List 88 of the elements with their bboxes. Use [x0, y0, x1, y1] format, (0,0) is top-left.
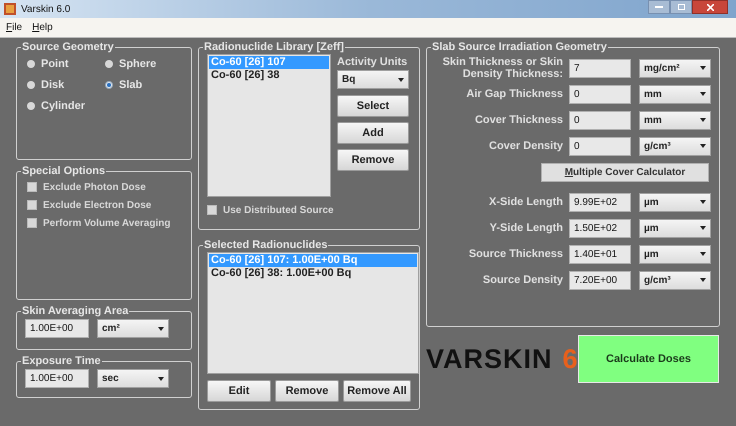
- radio-label: Slab: [119, 78, 142, 93]
- caret-icon: [158, 326, 164, 330]
- radio-label: Disk: [41, 78, 64, 93]
- input-field[interactable]: 0: [569, 84, 631, 104]
- field-label: Cover Density: [488, 140, 564, 152]
- input-field[interactable]: 0: [569, 136, 631, 156]
- activity-units-label: Activity Units: [337, 55, 408, 68]
- list-box[interactable]: Co-60 [26] 107 Co-60 [26] 38: [207, 54, 331, 197]
- menu-item[interactable]: File: [6, 20, 22, 35]
- maximize-button[interactable]: [670, 0, 692, 14]
- caret-icon: [700, 66, 706, 70]
- field-label: Air Gap Thickness: [465, 88, 564, 100]
- input-field[interactable]: 0: [569, 110, 631, 130]
- unit-dropdown[interactable]: cm²: [97, 319, 169, 338]
- unit-dropdown[interactable]: mm: [639, 110, 711, 130]
- caret-icon: [700, 118, 706, 122]
- unit-dropdown[interactable]: µm: [639, 244, 711, 264]
- input-field[interactable]: 1.40E+01: [569, 244, 631, 264]
- input-field[interactable]: 7.20E+00: [569, 270, 631, 290]
- close-button[interactable]: [692, 0, 728, 14]
- unit-dropdown[interactable]: Bq: [337, 70, 409, 89]
- app-icon: [4, 3, 16, 15]
- menu-item[interactable]: Help: [32, 20, 53, 35]
- caret-icon: [700, 226, 706, 230]
- list-box[interactable]: Co-60 [26] 107: 1.00E+00 Bq Co-60 [26] 38: 1.00E+00 Bq: [207, 252, 419, 374]
- radio-button[interactable]: [27, 60, 35, 68]
- field-label: Source Density: [482, 274, 564, 286]
- field-label: X-Side Length: [488, 196, 564, 208]
- button[interactable]: Remove: [337, 149, 409, 171]
- minimize-button[interactable]: [648, 0, 670, 14]
- radio-button[interactable]: [27, 81, 35, 89]
- caret-icon: [700, 252, 706, 256]
- list-item[interactable]: Co-60 [26] 38: 1.00E+00 Bq: [209, 267, 417, 280]
- radio-button[interactable]: [105, 81, 113, 89]
- button[interactable]: Remove All: [343, 380, 411, 402]
- caret-icon: [700, 278, 706, 282]
- field-label: Cover Thickness: [474, 114, 564, 126]
- group-title: Selected Radionuclides: [203, 240, 328, 251]
- unit-dropdown[interactable]: µm: [639, 218, 711, 238]
- field-label: Source Thickness: [468, 248, 564, 260]
- group-title: Exposure Time: [21, 356, 102, 367]
- checkbox-label: Exclude Photon Dose: [43, 180, 146, 194]
- radio-label: Sphere: [119, 56, 156, 72]
- input-field[interactable]: 7: [569, 58, 631, 78]
- input-field[interactable]: 1.00E+00: [25, 319, 89, 338]
- checkbox[interactable]: [27, 200, 37, 210]
- checkbox-label: Use Distributed Source: [223, 204, 334, 218]
- group-title: Radionuclide Library [Zeff]: [203, 42, 345, 53]
- button[interactable]: Add: [337, 122, 409, 144]
- radio-button[interactable]: [105, 60, 113, 68]
- field-label: Y-Side Length: [488, 222, 564, 234]
- button[interactable]: Edit: [207, 380, 271, 402]
- logo-text: VARSKIN: [426, 346, 553, 372]
- checkbox[interactable]: [27, 218, 37, 228]
- input-field[interactable]: 9.99E+02: [569, 192, 631, 212]
- checkbox-label: Exclude Electron Dose: [43, 198, 152, 212]
- list-item[interactable]: Co-60 [26] 38: [209, 69, 329, 82]
- caret-icon: [398, 78, 404, 82]
- field-label: Skin Thickness or Skin Density Thickness:: [442, 56, 564, 80]
- caret-icon: [700, 92, 706, 96]
- input-field[interactable]: 1.00E+00: [25, 369, 89, 388]
- caret-icon: [700, 144, 706, 148]
- unit-dropdown[interactable]: sec: [97, 369, 169, 388]
- unit-dropdown[interactable]: µm: [639, 192, 711, 212]
- caret-icon: [700, 200, 706, 204]
- close-icon: [706, 4, 714, 10]
- unit-dropdown[interactable]: mg/cm²: [639, 58, 711, 78]
- checkbox[interactable]: [207, 205, 217, 215]
- unit-dropdown[interactable]: mm: [639, 84, 711, 104]
- logo-version: 6: [562, 346, 578, 372]
- caret-icon: [158, 376, 164, 380]
- window-title: Varskin 6.0: [21, 2, 70, 16]
- calculate-button[interactable]: Calculate Doses: [578, 335, 719, 383]
- checkbox[interactable]: [27, 182, 37, 192]
- group-title: Source Geometry: [21, 42, 115, 53]
- button[interactable]: Select: [337, 95, 409, 117]
- group-title: Special Options: [21, 166, 106, 177]
- group-title: Slab Source Irradiation Geometry: [431, 42, 608, 53]
- radio-label: Cylinder: [41, 98, 86, 114]
- radio-button[interactable]: [27, 102, 35, 110]
- checkbox-label: Perform Volume Averaging: [43, 216, 170, 230]
- radio-label: Point: [41, 56, 68, 72]
- group-title: Skin Averaging Area: [21, 306, 130, 317]
- unit-dropdown[interactable]: g/cm³: [639, 270, 711, 290]
- input-field[interactable]: 1.50E+02: [569, 218, 631, 238]
- button[interactable]: Remove: [275, 380, 339, 402]
- calculator-button[interactable]: Multiple Cover Calculator: [541, 162, 709, 182]
- unit-dropdown[interactable]: g/cm³: [639, 136, 711, 156]
